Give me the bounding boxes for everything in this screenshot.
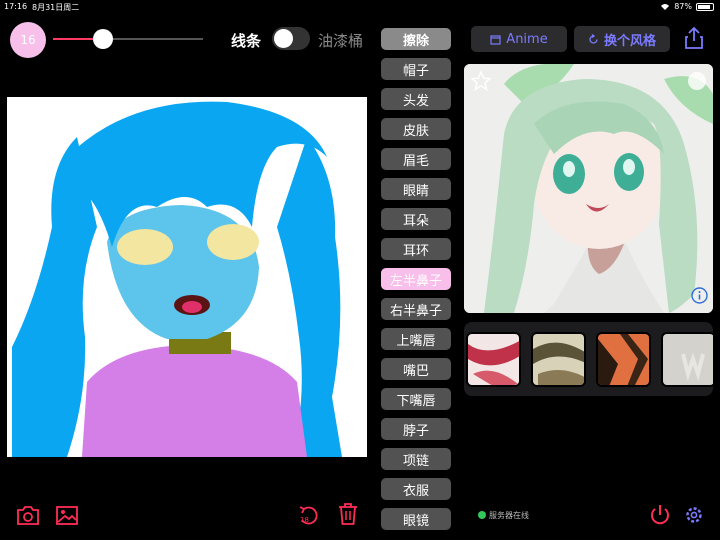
battery-icon (696, 2, 714, 11)
part-button-mouth[interactable]: 嘴巴 (381, 358, 451, 380)
generated-result-image (464, 64, 713, 313)
camera-icon[interactable] (16, 504, 40, 526)
gear-icon[interactable] (684, 505, 704, 525)
power-icon[interactable] (649, 504, 671, 526)
style-thumbnail-orange[interactable] (596, 332, 651, 387)
change-style-label: 换个风格 (603, 33, 656, 49)
image-icon[interactable] (55, 504, 79, 526)
info-icon[interactable] (691, 287, 708, 304)
line-mode-label: 线条 (231, 32, 262, 50)
drawing-sketch (12, 101, 342, 457)
fill-mode-toggle-knob (274, 29, 293, 48)
part-button-earrings[interactable]: 耳环 (381, 238, 451, 260)
rotate-icon (589, 33, 598, 44)
change-style-button[interactable]: 换个风格 (574, 26, 670, 52)
part-button-lower-lip[interactable]: 下嘴唇 (381, 388, 451, 410)
part-button-left-nose[interactable]: 左半鼻子 (381, 268, 451, 290)
wifi-icon (661, 3, 670, 10)
status-date: 8月31日周二 (32, 3, 80, 12)
status-time: 17:16 (4, 2, 28, 11)
part-button-skin[interactable]: 皮肤 (381, 118, 451, 140)
anime-model-label: Anime (506, 31, 548, 47)
part-button-necklace[interactable]: 项链 (381, 448, 451, 470)
part-button-glasses[interactable]: 眼镜 (381, 508, 451, 530)
anime-portrait (464, 64, 713, 313)
brush-size-indicator: 16 (10, 22, 46, 58)
share-icon[interactable] (683, 26, 705, 50)
trash-icon[interactable] (338, 502, 358, 526)
part-button-ears[interactable]: 耳朵 (381, 208, 451, 230)
part-button-clothes[interactable]: 衣服 (381, 478, 451, 500)
bucket-mode-label: 油漆桶 (318, 32, 364, 50)
server-status-label: 服务器在线 (489, 511, 529, 520)
part-button-neck[interactable]: 脖子 (381, 418, 451, 440)
undo-count: 18 (300, 516, 309, 524)
part-button-hat[interactable]: 帽子 (381, 58, 451, 80)
anime-model-button[interactable]: Anime (471, 26, 567, 52)
status-right: 87% (660, 2, 714, 11)
part-button-eyebrows[interactable]: 眉毛 (381, 148, 451, 170)
style-thumbnail-gray[interactable] (661, 332, 713, 387)
style-thumbnail-red[interactable] (466, 332, 521, 387)
part-button-eyes[interactable]: 眼睛 (381, 178, 451, 200)
coffee-icon[interactable] (688, 72, 706, 90)
battery-percent: 87% (674, 2, 692, 11)
star-icon[interactable] (470, 70, 492, 92)
part-button-hair[interactable]: 头发 (381, 88, 451, 110)
part-button-upper-lip[interactable]: 上嘴唇 (381, 328, 451, 350)
brush-size-slider-knob[interactable] (93, 29, 113, 49)
style-thumbnail-olive[interactable] (531, 332, 586, 387)
style-thumbnails (464, 322, 713, 396)
box-icon (490, 34, 501, 45)
part-button-right-nose[interactable]: 右半鼻子 (381, 298, 451, 320)
status-bar: 17:16 8月31日周二 87% (0, 0, 720, 14)
server-status-dot (478, 511, 486, 519)
drawing-canvas[interactable] (7, 97, 367, 457)
part-button-erase[interactable]: 擦除 (381, 28, 451, 50)
